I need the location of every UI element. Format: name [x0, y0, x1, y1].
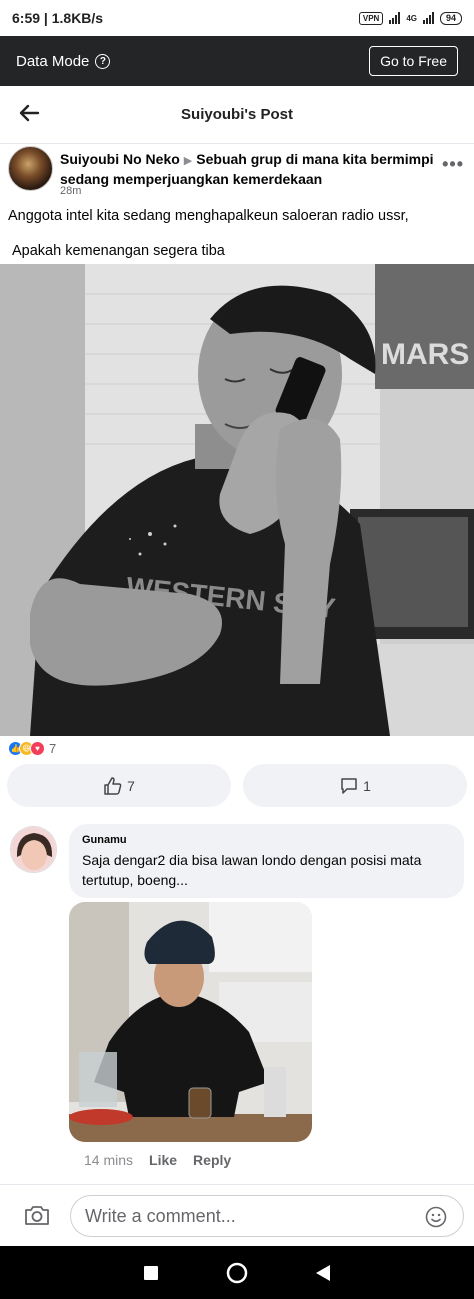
more-icon[interactable]: ••• [442, 154, 464, 175]
square-nav-icon[interactable] [143, 1265, 159, 1281]
comment-photo[interactable] [69, 902, 312, 1142]
comment-button[interactable]: 1 [243, 764, 467, 807]
go-to-free-button[interactable]: Go to Free [369, 46, 458, 76]
author-names: Suiyoubi No Neko ▶ Sebuah grup di mana kit… [60, 150, 440, 188]
network-type: 4G [406, 13, 417, 23]
system-nav-bar [0, 1246, 474, 1299]
love-reaction-icon: ♥ [30, 740, 45, 756]
comment-text: Saja dengar2 dia bisa lawan londo dengan… [82, 852, 422, 888]
arrow-right-icon: ▶ [183, 155, 193, 167]
post-text-line2: Apakah kemenangan segera tiba [12, 243, 225, 259]
battery-icon: 94 [439, 11, 462, 25]
comment-icon [341, 777, 357, 794]
like-button[interactable]: 7 [7, 764, 231, 807]
status-speed: 1.8KB/s [51, 10, 104, 26]
signal-icon [389, 12, 401, 24]
status-time-group: 6:59 | 1.8KB/s [12, 10, 104, 26]
data-mode-bar: Data Mode ? Go to Free [0, 36, 474, 86]
author-name[interactable]: Suiyoubi No Neko [60, 151, 180, 167]
triangle-back-nav-icon[interactable] [315, 1264, 331, 1282]
comment-like-button[interactable]: Like [149, 1152, 177, 1168]
camera-icon[interactable] [24, 1203, 50, 1227]
commenter-avatar[interactable] [10, 826, 57, 873]
commenter-avatar-image [11, 827, 56, 872]
reactions-summary[interactable]: 👍 😆 ♥ 7 [8, 740, 56, 756]
post-photo[interactable]: MARS WESTERN SITY [0, 264, 474, 736]
comment-composer: Write a comment... [0, 1184, 474, 1246]
poster-text: MARS [381, 338, 469, 371]
comment-count: 1 [363, 777, 371, 794]
page-title: Suiyoubi's Post [181, 106, 293, 123]
help-icon[interactable]: ? [95, 53, 111, 69]
data-mode-label: Data Mode [16, 52, 90, 70]
status-time: 6:59 [12, 10, 41, 26]
comment-bubble[interactable]: Gunamu Saja dengar2 dia bisa lawan londo… [69, 824, 464, 898]
signal-icon-2 [422, 12, 434, 24]
circle-nav-icon[interactable] [225, 1261, 249, 1285]
comment-time: 14 mins [84, 1152, 134, 1168]
like-count: 7 [127, 777, 135, 794]
comment-reply-button[interactable]: Reply [193, 1152, 231, 1168]
post-text-line1: Anggota intel kita sedang menghapalkeun … [8, 208, 409, 224]
post-author-row: Suiyoubi No Neko ▶ Sebuah grup di mana kit… [8, 146, 466, 202]
comment-input[interactable]: Write a comment... [70, 1195, 464, 1237]
status-bar: 6:59 | 1.8KB/s VPN 4G 94 [0, 0, 474, 36]
comment-photo-illustration [69, 902, 312, 1142]
author-avatar[interactable] [8, 146, 53, 191]
vpn-icon: VPN [358, 11, 384, 25]
status-icons: VPN 4G 94 [358, 11, 462, 25]
post-header: Suiyoubi's Post [0, 86, 474, 144]
reactions-count: 7 [49, 740, 57, 756]
screen: 6:59 | 1.8KB/s VPN 4G 94 Data Mode ? Go … [0, 0, 474, 1299]
arrow-left-icon[interactable] [18, 102, 40, 124]
emoji-icon[interactable] [425, 1206, 447, 1228]
commenter-name[interactable]: Gunamu [82, 834, 451, 846]
data-mode-label-group: Data Mode ? [16, 53, 369, 70]
thumbs-up-icon [104, 776, 122, 795]
comment-input-placeholder: Write a comment... [85, 1205, 236, 1226]
post-time[interactable]: 28m [60, 185, 81, 197]
post-photo-illustration: MARS WESTERN SITY [0, 264, 474, 736]
comment-meta: 14 mins Like Reply [84, 1152, 231, 1168]
